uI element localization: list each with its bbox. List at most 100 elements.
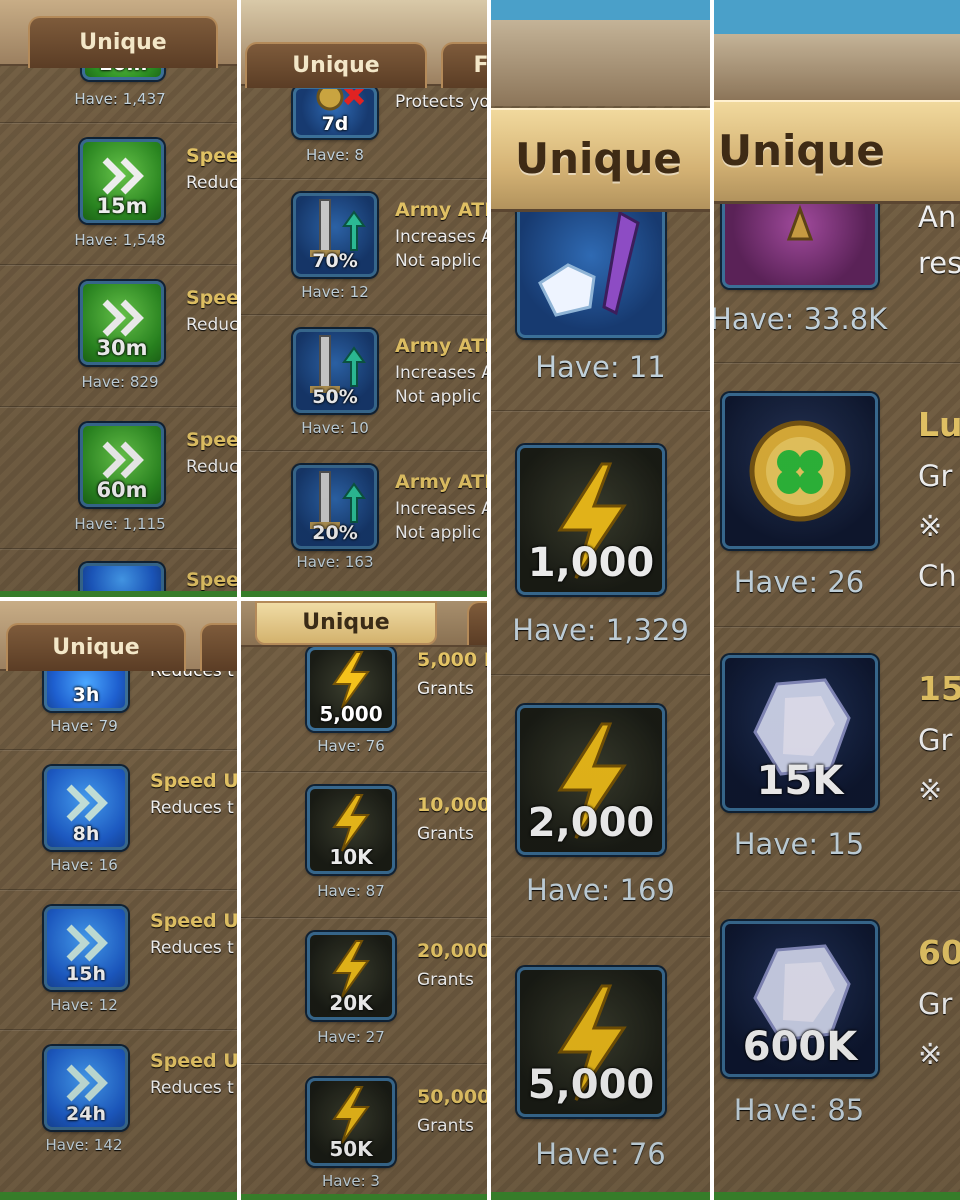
item-have-count: Have: 27 [317,1028,385,1046]
tome-item-icon[interactable] [722,196,878,288]
speedup-item-icon[interactable]: 15m [80,139,164,223]
tab-other[interactable] [200,623,237,671]
energy-item-icon[interactable] [517,200,665,338]
list-item[interactable]: 600K Have: 85 60 Gr ※ [714,890,960,1200]
item-duration-label: 8h [72,823,100,845]
item-have-count: Have: 33.8K [714,302,888,336]
item-title: Speed U [150,770,237,792]
tab-unique[interactable]: Unique [714,100,960,204]
shield-item-icon[interactable]: 7d [293,86,377,138]
item-title: 10,000 [417,794,487,816]
item-amount-label: 600K [742,1024,858,1070]
item-description: Increases A [395,499,487,519]
item-have-count: Have: 79 [50,717,118,735]
list-item[interactable]: 8h Have: 16 Speed U Reduces t [0,749,237,889]
speedup-item-icon[interactable]: 60m [80,423,164,507]
list-item[interactable]: 30m Have: 829 Spee Reduc [0,264,237,406]
list-item[interactable]: 2,000 Have: 169 [491,674,710,936]
tab-unique[interactable]: Unique [245,42,427,88]
item-have-count: Have: 12 [50,996,118,1014]
energy-item-icon[interactable]: 20K [307,932,395,1020]
item-have-count: Have: 1,548 [74,231,166,249]
item-description: Reduces t [150,798,234,818]
item-description: Reduc [186,173,237,193]
item-have-count: Have: 1,115 [74,515,166,533]
item-description: Gr [918,987,953,1021]
gem-item-icon[interactable]: 600K [722,921,878,1077]
list-item[interactable]: 50K Have: 3 50,000 Grants [241,1063,487,1200]
item-have-count: Have: 76 [535,1137,666,1171]
item-duration-label: 3h [72,684,100,706]
item-title: 15 [918,669,960,708]
list-item[interactable]: Have: 26 Lu Gr ※ Ch [714,362,960,626]
list-item[interactable]: 5,000 Have: 76 [491,936,710,1200]
item-have-count: Have: 85 [733,1093,865,1127]
item-have-count: Have: 169 [526,873,675,907]
army-atk-item-icon[interactable]: 50% [293,329,377,413]
item-title: Speed U [150,910,237,932]
item-duration-label: 60m [96,478,148,502]
item-description: Protects yo [395,92,487,112]
list-item[interactable]: 20% Have: 163 Army ATK Increases A Not a… [241,450,487,597]
tab-unique[interactable]: Unique [6,623,186,671]
panel-energy-small: Unique 5,000 Have: 76 5,000 E Grants 10K… [241,601,487,1200]
item-description: Grants [417,824,474,844]
list-item[interactable]: 10K Have: 87 10,000 Grants [241,771,487,917]
energy-item-icon[interactable]: 50K [307,1078,395,1166]
item-note: ※ [918,509,943,543]
list-item[interactable]: 20K Have: 27 20,000 Grants [241,917,487,1063]
item-title: Lu [918,405,960,444]
item-title: Army ATK [395,199,487,221]
list-item[interactable]: 15m Have: 1,548 Spee Reduc [0,122,237,264]
grass-strip [714,1192,960,1200]
item-percent-label: 50% [312,386,358,408]
item-amount-label: 5,000 [527,1062,655,1108]
energy-item-icon[interactable]: 5,000 [517,967,665,1117]
list-item[interactable]: 24h Have: 142 Speed U Reduces t [0,1029,237,1200]
tab-unique[interactable]: Unique [255,601,437,645]
tab-other[interactable]: F [441,42,487,88]
army-atk-item-icon[interactable]: 20% [293,465,377,549]
item-description: Gr [918,459,953,493]
item-have-count: Have: 11 [535,350,666,384]
grass-strip [0,591,237,597]
speedup-item-icon[interactable]: 30m [80,281,164,365]
header-strip [491,0,710,106]
tab-unique[interactable]: Unique [28,16,218,68]
item-have-count: Have: 15 [733,827,865,861]
tab-other[interactable] [467,601,487,645]
list-item[interactable]: 15h Have: 12 Speed U Reduces t [0,889,237,1029]
energy-item-icon[interactable]: 2,000 [517,705,665,855]
energy-item-icon[interactable]: 5,000 [307,647,395,731]
speedup-item-icon[interactable]: 24h [44,1046,128,1130]
speedup-item-icon[interactable]: 8h [44,766,128,850]
gem-item-icon[interactable]: 15K [722,655,878,811]
luck-coin-item-icon[interactable] [722,393,878,549]
list-item[interactable]: 15K Have: 15 15 Gr ※ [714,626,960,890]
item-duration-label: 15h [66,963,106,985]
item-amount-label: 20K [329,991,373,1015]
panel-energy-large: Unique Have: 11 1,000 Have: 1,329 2,000 … [491,0,710,1200]
item-description: Grants [417,970,474,990]
army-atk-item-icon[interactable]: 70% [293,193,377,277]
list-item[interactable]: 50% Have: 10 Army ATK Increases A Not ap… [241,314,487,450]
item-description: Grants [417,1116,474,1136]
list-item[interactable]: 70% Have: 12 Army ATK Increases A Not ap… [241,178,487,314]
list-item[interactable]: 60m Have: 1,115 Spee Reduc [0,406,237,548]
speedup-item-icon[interactable]: 15h [44,906,128,990]
list-item[interactable]: 1,000 Have: 1,329 [491,410,710,674]
energy-item-icon[interactable]: 1,000 [517,445,665,595]
item-have-count: Have: 12 [301,283,369,301]
item-have-count: Have: 76 [317,737,385,755]
item-percent-label: 70% [312,250,358,272]
item-description: res [918,246,960,280]
item-title: Army ATK [395,471,487,493]
tab-unique[interactable]: Unique [491,108,710,212]
item-title: Speed U [150,1050,237,1072]
item-title: Army ATK [395,335,487,357]
double-arrow-icon [102,157,144,195]
energy-item-icon[interactable]: 10K [307,786,395,874]
item-title: Spee [186,569,237,591]
list-item[interactable]: Spee [0,548,237,597]
item-description: Grants [417,679,474,699]
